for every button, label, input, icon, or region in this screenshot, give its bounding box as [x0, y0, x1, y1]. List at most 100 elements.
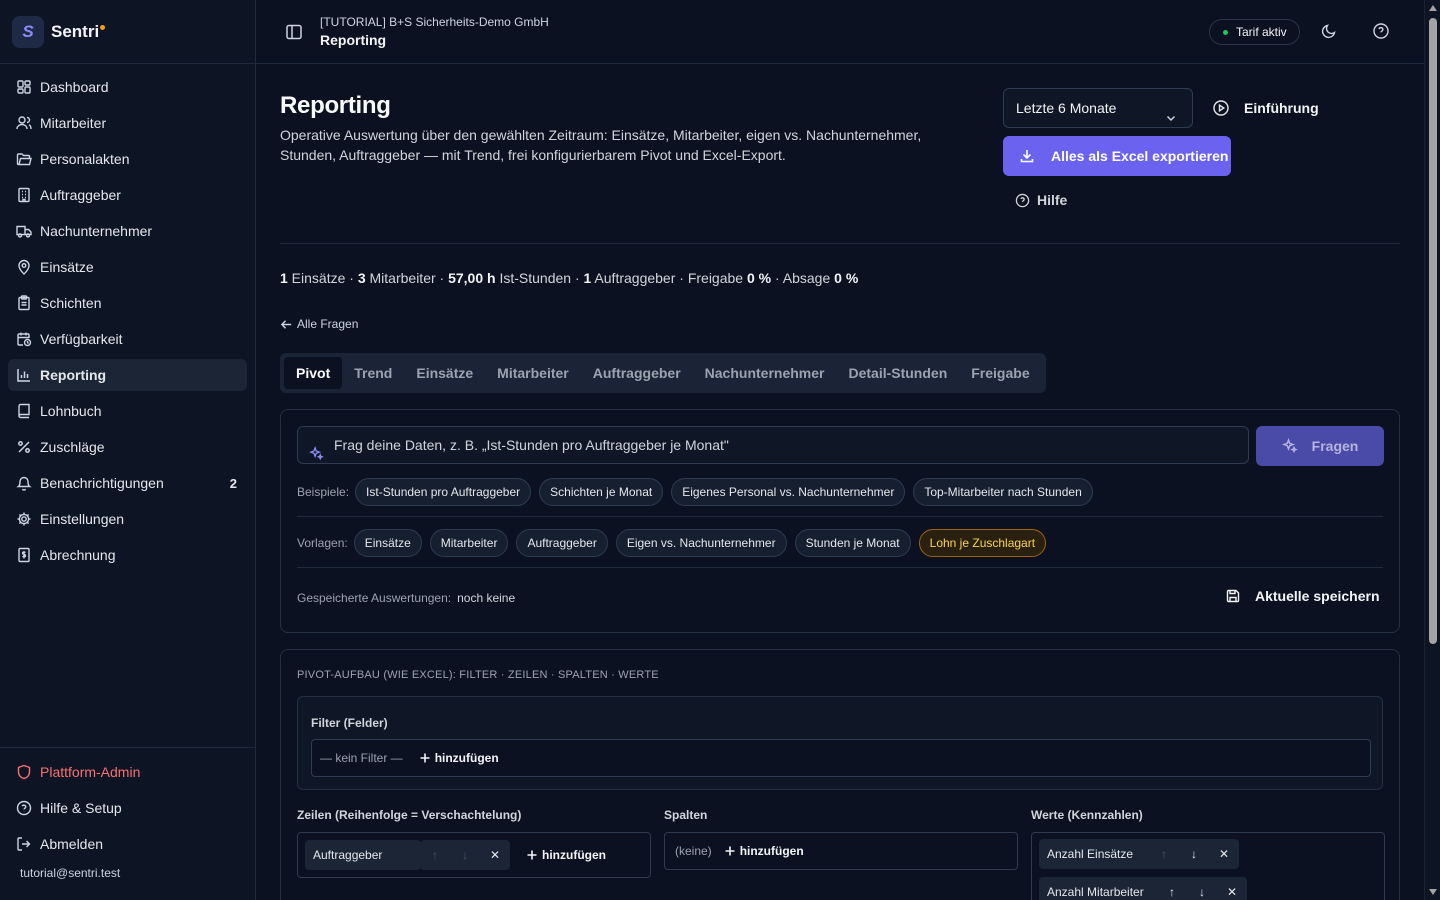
tab-auftraggeber[interactable]: Auftraggeber [581, 357, 693, 389]
header-divider [280, 243, 1400, 244]
tab-nachunternehmer[interactable]: Nachunternehmer [693, 357, 837, 389]
period-select-value: Letzte 6 Monate [1016, 100, 1117, 116]
sidebar-item-dashboard[interactable]: Dashboard [8, 71, 247, 103]
sidebar-item-schichten[interactable]: Schichten [8, 287, 247, 319]
columns-empty-text: (keine) [675, 844, 712, 858]
filter-empty-text: — kein Filter — [320, 751, 403, 765]
sparkles-icon [308, 438, 324, 461]
rows-drop-zone[interactable]: Auftraggeber ↑ ↓ ✕ hinzufügen [297, 832, 651, 878]
remove-icon[interactable]: ✕ [1217, 885, 1247, 899]
ask-data-input[interactable]: Frag deine Daten, z. B. „Ist-Stunden pro… [297, 426, 1249, 464]
columns-drop-zone[interactable]: (keine) hinzufügen [664, 832, 1018, 870]
move-down-icon[interactable]: ↓ [1179, 847, 1209, 861]
remove-icon[interactable]: ✕ [480, 848, 510, 862]
row-field-chip[interactable]: Auftraggeber [305, 840, 421, 870]
move-up-icon[interactable]: ↑ [420, 848, 450, 862]
add-row-button[interactable]: hinzufügen [526, 848, 606, 862]
intro-button[interactable]: Einführung [1212, 95, 1319, 121]
tarif-status-badge[interactable]: Tarif aktiv [1209, 19, 1300, 45]
sidebar-item-label: Abrechnung [40, 547, 116, 563]
sidebar-item-reporting[interactable]: Reporting [8, 359, 247, 391]
filter-drop-zone[interactable]: — kein Filter — hinzufügen [311, 739, 1371, 777]
tab-detail-stunden[interactable]: Detail-Stunden [836, 357, 959, 389]
help-icon[interactable] [1372, 22, 1390, 40]
remove-icon[interactable]: ✕ [1209, 847, 1239, 861]
tab-trend[interactable]: Trend [342, 357, 404, 389]
values-drop-zone[interactable]: Anzahl Einsätze ↑ ↓ ✕ Anzahl Mitarbeiter… [1031, 832, 1385, 900]
sidebar-item-benachrichtigungen[interactable]: Benachrichtigungen 2 [8, 467, 247, 499]
sidebar-item-label: Dashboard [40, 79, 109, 95]
template-chip[interactable]: Eigen vs. Nachunternehmer [615, 529, 787, 557]
row-divider [297, 567, 1383, 568]
scroll-down-arrow[interactable] [1429, 889, 1437, 895]
sidebar-item-zuschlaege[interactable]: Zuschläge [8, 431, 247, 463]
sidebar-item-mitarbeiter[interactable]: Mitarbeiter [8, 107, 247, 139]
brand[interactable]: S Sentri [0, 0, 255, 64]
save-current-button[interactable]: Aktuelle speichern [1225, 588, 1380, 604]
summary-absage: 0 % [834, 270, 859, 286]
template-chip[interactable]: Stunden je Monat [794, 529, 911, 557]
folder-icon [16, 151, 32, 167]
example-chip[interactable]: Schichten je Monat [539, 478, 664, 506]
add-filter-button[interactable]: hinzufügen [419, 751, 499, 765]
scroll-up-arrow[interactable] [1429, 5, 1437, 11]
plus-icon [419, 752, 431, 764]
tab-pivot[interactable]: Pivot [284, 357, 343, 389]
sidebar-item-hilfe-setup[interactable]: Hilfe & Setup [8, 792, 247, 824]
sidebar-item-auftraggeber[interactable]: Auftraggeber [8, 179, 247, 211]
arrow-left-icon [280, 318, 293, 331]
template-chip[interactable]: Mitarbeiter [429, 529, 509, 557]
sparkles-icon [1281, 437, 1298, 454]
kpi-summary: 1 Einsätze · 3 Mitarbeiter · 57,00 h Ist… [280, 270, 859, 286]
move-up-icon[interactable]: ↑ [1149, 847, 1179, 861]
example-chip[interactable]: Eigenes Personal vs. Nachunternehmer [671, 478, 906, 506]
tab-freigabe[interactable]: Freigabe [959, 357, 1041, 389]
sidebar-item-lohnbuch[interactable]: Lohnbuch [8, 395, 247, 427]
sidebar-item-personalakten[interactable]: Personalakten [8, 143, 247, 175]
move-down-icon[interactable]: ↓ [1187, 885, 1217, 899]
sidebar-item-label: Einsätze [40, 259, 94, 275]
ask-button[interactable]: Fragen [1256, 426, 1384, 466]
report-tabs: Pivot Trend Einsätze Mitarbeiter Auftrag… [280, 353, 1046, 393]
example-chip[interactable]: Top-Mitarbeiter nach Stunden [913, 478, 1093, 506]
moon-icon[interactable] [1320, 22, 1338, 40]
sidebar-item-einstellungen[interactable]: Einstellungen [8, 503, 247, 535]
sidebar-toggle-icon[interactable] [284, 22, 304, 42]
template-chip-lohn[interactable]: Lohn je Zuschlagart [918, 529, 1047, 557]
sidebar-item-abrechnung[interactable]: Abrechnung [8, 539, 247, 571]
back-to-questions-link[interactable]: Alle Fragen [280, 317, 358, 331]
brand-name: Sentri [51, 21, 100, 41]
row-field-label: Auftraggeber [313, 848, 383, 862]
templates-row: Vorlagen: Einsätze Mitarbeiter Auftragge… [297, 529, 1054, 557]
sidebar-item-einsaetze[interactable]: Einsätze [8, 251, 247, 283]
example-chip[interactable]: Ist-Stunden pro Auftraggeber [355, 478, 532, 506]
template-chip[interactable]: Einsätze [353, 529, 422, 557]
tab-einsaetze[interactable]: Einsätze [404, 357, 485, 389]
help-circle-icon [16, 800, 32, 816]
sidebar-item-label: Mitarbeiter [40, 115, 107, 131]
page-scrollbar[interactable] [1424, 0, 1440, 900]
move-up-icon[interactable]: ↑ [1157, 885, 1187, 899]
ask-data-card: Frag deine Daten, z. B. „Ist-Stunden pro… [280, 409, 1400, 633]
values-label: Werte (Kennzahlen) [1031, 808, 1143, 822]
page-title: Reporting [280, 92, 391, 119]
sidebar-item-abmelden[interactable]: Abmelden [8, 828, 247, 860]
export-excel-button[interactable]: Alles als Excel exportieren [1003, 136, 1231, 176]
building-icon [16, 187, 32, 203]
period-select[interactable]: Letzte 6 Monate [1003, 88, 1193, 128]
template-chip[interactable]: Auftraggeber [516, 529, 608, 557]
tab-mitarbeiter[interactable]: Mitarbeiter [485, 357, 581, 389]
move-down-icon[interactable]: ↓ [450, 848, 480, 862]
breadcrumb-org: [TUTORIAL] B+S Sicherheits-Demo GmbH [320, 15, 549, 29]
scrollbar-thumb[interactable] [1429, 18, 1437, 644]
value-field-chip[interactable]: Anzahl Mitarbeiter ↑ ↓ ✕ [1039, 877, 1247, 900]
sidebar-item-plattform-admin[interactable]: Plattform-Admin [8, 756, 247, 788]
sidebar-item-nachunternehmer[interactable]: Nachunternehmer [8, 215, 247, 247]
help-button[interactable]: Hilfe [1015, 192, 1067, 208]
clipboard-icon [16, 295, 32, 311]
sidebar-item-verfuegbarkeit[interactable]: Verfügbarkeit [8, 323, 247, 355]
value-field-chip[interactable]: Anzahl Einsätze ↑ ↓ ✕ [1039, 839, 1239, 869]
summary-mitarbeiter-count: 3 [357, 270, 366, 286]
help-circle-icon [1015, 193, 1030, 208]
add-column-button[interactable]: hinzufügen [724, 844, 804, 858]
